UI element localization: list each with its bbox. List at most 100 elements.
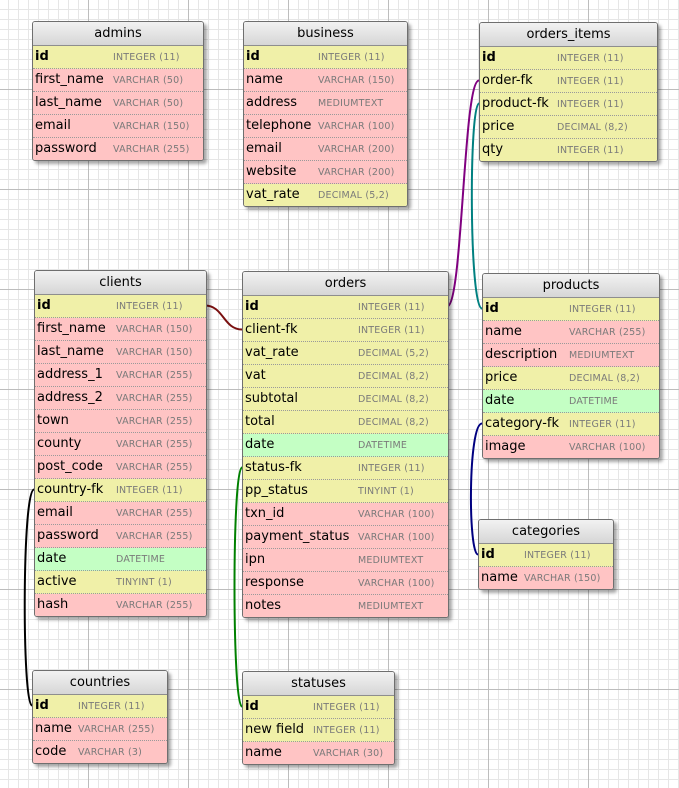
field-type: DECIMAL (8,2) (358, 371, 429, 382)
field-row[interactable]: id INTEGER (11) (243, 696, 394, 719)
field-row[interactable]: id INTEGER (11) (243, 296, 448, 319)
table-title[interactable]: statuses (243, 672, 394, 696)
field-row[interactable]: code VARCHAR (3) (33, 741, 167, 763)
table-title[interactable]: business (244, 22, 407, 46)
field-row[interactable]: website VARCHAR (200) (244, 161, 407, 184)
field-row[interactable]: date DATETIME (35, 548, 206, 571)
field-row[interactable]: email VARCHAR (150) (33, 115, 203, 138)
field-name: code (35, 744, 67, 759)
field-name: notes (245, 598, 282, 613)
field-type: INTEGER (11) (569, 419, 636, 430)
field-row[interactable]: category-fk INTEGER (11) (483, 413, 659, 436)
field-type: INTEGER (11) (557, 99, 624, 110)
field-type: VARCHAR (255) (116, 393, 193, 404)
field-row[interactable]: telephone VARCHAR (100) (244, 115, 407, 138)
table-title[interactable]: orders_items (480, 23, 657, 47)
field-name: price (482, 119, 515, 134)
field-row[interactable]: id INTEGER (11) (35, 295, 206, 318)
field-row[interactable]: address_1 VARCHAR (255) (35, 364, 206, 387)
field-row[interactable]: first_name VARCHAR (150) (35, 318, 206, 341)
table-admins[interactable]: admins id INTEGER (11) first_name VARCHAR (5… (32, 21, 204, 161)
field-row[interactable]: name VARCHAR (255) (33, 718, 167, 741)
field-row[interactable]: id INTEGER (11) (33, 695, 167, 718)
table-orders-items[interactable]: orders_items id INTEGER (11) order-fk INTEGE… (479, 22, 658, 162)
field-row[interactable]: county VARCHAR (255) (35, 433, 206, 456)
field-type: INTEGER (11) (116, 485, 183, 496)
field-row[interactable]: date DATETIME (483, 390, 659, 413)
field-row[interactable]: ipn MEDIUMTEXT (243, 549, 448, 572)
field-name: ipn (245, 552, 266, 567)
field-row[interactable]: email VARCHAR (255) (35, 502, 206, 525)
field-row[interactable]: country-fk INTEGER (11) (35, 479, 206, 502)
field-name: vat_rate (245, 345, 299, 360)
field-row[interactable]: name VARCHAR (150) (244, 69, 407, 92)
table-title[interactable]: clients (35, 271, 206, 295)
field-row[interactable]: payment_status VARCHAR (100) (243, 526, 448, 549)
table-title[interactable]: admins (33, 22, 203, 46)
field-row[interactable]: notes MEDIUMTEXT (243, 595, 448, 617)
field-row[interactable]: price DECIMAL (8,2) (480, 116, 657, 139)
table-business[interactable]: business id INTEGER (11) name VARCHAR (150) a… (243, 21, 408, 207)
table-title[interactable]: products (483, 274, 659, 298)
field-row[interactable]: client-fk INTEGER (11) (243, 319, 448, 342)
field-row[interactable]: status-fk INTEGER (11) (243, 457, 448, 480)
field-row[interactable]: email VARCHAR (200) (244, 138, 407, 161)
field-name: id (485, 301, 499, 316)
field-row[interactable]: last_name VARCHAR (50) (33, 92, 203, 115)
field-row[interactable]: date DATETIME (243, 434, 448, 457)
field-type: INTEGER (11) (358, 302, 425, 313)
field-row[interactable]: product-fk INTEGER (11) (480, 93, 657, 116)
field-row[interactable]: qty INTEGER (11) (480, 139, 657, 161)
field-row[interactable]: password VARCHAR (255) (35, 525, 206, 548)
field-row[interactable]: response VARCHAR (100) (243, 572, 448, 595)
field-name: pp_status (245, 483, 308, 498)
field-row[interactable]: id INTEGER (11) (244, 46, 407, 69)
table-orders[interactable]: orders id INTEGER (11) client-fk INTEGER (11… (242, 271, 449, 618)
field-row[interactable]: subtotal DECIMAL (8,2) (243, 388, 448, 411)
field-row[interactable]: post_code VARCHAR (255) (35, 456, 206, 479)
field-row[interactable]: description MEDIUMTEXT (483, 344, 659, 367)
field-row[interactable]: order-fk INTEGER (11) (480, 70, 657, 93)
field-row[interactable]: txn_id VARCHAR (100) (243, 503, 448, 526)
field-name: payment_status (245, 529, 350, 544)
table-clients[interactable]: clients id INTEGER (11) first_name VARCHAR (… (34, 270, 207, 617)
table-countries[interactable]: countries id INTEGER (11) name VARCHAR (255)… (32, 670, 168, 764)
field-row[interactable]: vat_rate DECIMAL (5,2) (244, 184, 407, 206)
field-name: address_2 (37, 390, 103, 405)
field-name: order-fk (482, 73, 533, 88)
field-row[interactable]: id INTEGER (11) (483, 298, 659, 321)
field-type: VARCHAR (255) (116, 416, 193, 427)
field-row[interactable]: id INTEGER (11) (33, 46, 203, 69)
field-row[interactable]: last_name VARCHAR (150) (35, 341, 206, 364)
field-row[interactable]: total DECIMAL (8,2) (243, 411, 448, 434)
field-row[interactable]: first_name VARCHAR (50) (33, 69, 203, 92)
field-row[interactable]: vat DECIMAL (8,2) (243, 365, 448, 388)
table-title[interactable]: orders (243, 272, 448, 296)
field-type: VARCHAR (50) (113, 75, 184, 86)
field-row[interactable]: id INTEGER (11) (479, 544, 613, 567)
table-statuses[interactable]: statuses id INTEGER (11) new field INTEGER (… (242, 671, 395, 765)
field-row[interactable]: name VARCHAR (255) (483, 321, 659, 344)
field-row[interactable]: image VARCHAR (100) (483, 436, 659, 458)
field-row[interactable]: pp_status TINYINT (1) (243, 480, 448, 503)
field-row[interactable]: name VARCHAR (30) (243, 742, 394, 764)
field-row[interactable]: town VARCHAR (255) (35, 410, 206, 433)
field-row[interactable]: active TINYINT (1) (35, 571, 206, 594)
field-row[interactable]: id INTEGER (11) (480, 47, 657, 70)
field-row[interactable]: address MEDIUMTEXT (244, 92, 407, 115)
field-row[interactable]: vat_rate DECIMAL (5,2) (243, 342, 448, 365)
field-row[interactable]: address_2 VARCHAR (255) (35, 387, 206, 410)
table-products[interactable]: products id INTEGER (11) name VARCHAR (255) d… (482, 273, 660, 459)
field-type: INTEGER (11) (569, 304, 636, 315)
table-categories[interactable]: categories id INTEGER (11) name VARCHAR (150… (478, 519, 614, 590)
table-title[interactable]: countries (33, 671, 167, 695)
field-type: DATETIME (358, 440, 408, 451)
field-type: VARCHAR (255) (116, 439, 193, 450)
field-row[interactable]: password VARCHAR (255) (33, 138, 203, 160)
field-row[interactable]: new field INTEGER (11) (243, 719, 394, 742)
field-row[interactable]: hash VARCHAR (255) (35, 594, 206, 616)
field-type: TINYINT (1) (358, 486, 414, 497)
table-title[interactable]: categories (479, 520, 613, 544)
field-row[interactable]: name VARCHAR (150) (479, 567, 613, 589)
field-row[interactable]: price DECIMAL (8,2) (483, 367, 659, 390)
